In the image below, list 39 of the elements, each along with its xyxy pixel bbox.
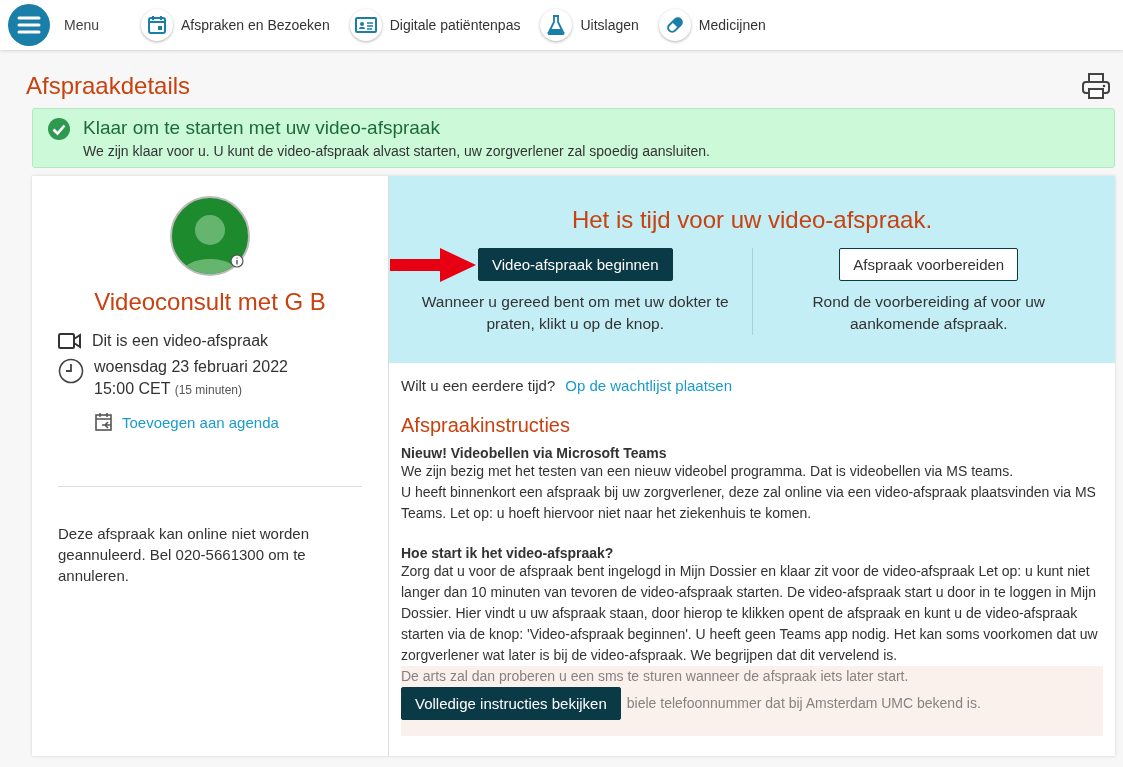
instructions-heading: Afspraakinstructies	[401, 414, 571, 437]
appointment-duration: (15 minuten)	[174, 383, 243, 397]
faded-text: biele telefoonnummer dat bij Amsterdam UMC bekend is.	[626, 694, 981, 713]
calendar-icon	[147, 15, 168, 35]
check-circle-icon	[47, 117, 71, 141]
cancel-note: Deze afspraak kan online niet worden geannuleerd. Bel 020-5661300 om te annuleren.	[58, 524, 310, 586]
instruction-paragraph: Zorg dat u voor de afspraak bent ingelogd in Mijn Dossier en klaar zit voor de video-afspraak Let op: u kunt niet langer dan 10 minuten van tevoren de video-afspraak starten. De video-afspraak start u door in te loggen in Mijn Dossier. Hier vindt u uw afspraak staan, door hierop te klikken opent de afspraak en kunt u de video-afspraak starten via de knop: 'Video-afspraak beginnen'. U heeft geen Teams app nodig. Het kan soms voorkomen dat uw zorgverlener wat later is bij de video-afspraak. We begrijpen dat dit vervelend is.	[401, 562, 1099, 665]
section-heading: Nieuw! Videobellen via Microsoft Teams	[401, 445, 668, 461]
nav-link[interactable]: Uitslagen	[580, 17, 639, 33]
calendar-add-icon[interactable]	[94, 412, 114, 432]
instruction-paragraph: We zijn bezig met het testen van een nieuw videobel programma. Dat is videobellen via MS teams.	[401, 462, 1015, 481]
faded-text: De arts zal dan proberen u een sms te sturen wanneer de afspraak iets later start.	[401, 667, 910, 686]
alert-message: We zijn klaar voor u. U kunt de video-afspraak alvast starten, uw zorgverlener zal spoedig aansluiten.	[83, 143, 710, 159]
action-description: Rond de voorbereiding af voor uw aankomende afspraak.	[811, 292, 1047, 334]
menu-label[interactable]: Menu	[64, 17, 100, 33]
nav-link[interactable]: Afspraken en Bezoeken	[181, 17, 330, 33]
section-heading: Hoe start ik het video-afspraak?	[401, 545, 615, 561]
flask-icon	[546, 15, 567, 35]
info-icon[interactable]	[230, 254, 244, 268]
video-heading: Het is tijd voor uw video-afspraak.	[570, 206, 934, 234]
page-title: Afspraakdetails	[26, 72, 191, 100]
waitlist-question: Wilt u een eerdere tijd?	[401, 377, 556, 394]
video-camera-icon	[58, 332, 82, 350]
appointment-date: woensdag 23 februari 2022	[94, 358, 288, 376]
menu-icon[interactable]	[8, 4, 50, 46]
video-note: Dit is een video-afspraak	[92, 332, 269, 350]
full-instructions-button[interactable]: Volledige instructies bekijken	[401, 687, 621, 720]
alert-title: Klaar om te starten met uw video-afspraak	[83, 117, 441, 139]
id-card-icon	[354, 16, 377, 34]
nav-link[interactable]: Digitale patiëntenpas	[389, 17, 521, 33]
print-icon[interactable]	[1081, 72, 1111, 100]
appointment-title: Videoconsult met G B	[93, 288, 327, 316]
nav-link[interactable]: Medicijnen	[698, 17, 766, 33]
appointment-time: 15:00 CET	[94, 380, 171, 397]
instruction-paragraph: U heeft binnenkort een afspraak bij uw zorgverlener, deze zal online via een video-afspraak plaatsvinden via MS Teams. Let op: u hoeft hiervoor niet naar het ziekenhuis te komen.	[401, 483, 1097, 523]
prepare-button[interactable]: Afspraak voorbereiden	[839, 248, 1019, 281]
start-video-button[interactable]: Video-afspraak beginnen	[478, 248, 673, 281]
clock-icon	[58, 358, 84, 384]
action-description: Wanneer u gereed bent om met uw dokter te praten, klikt u op de knop.	[420, 292, 730, 334]
